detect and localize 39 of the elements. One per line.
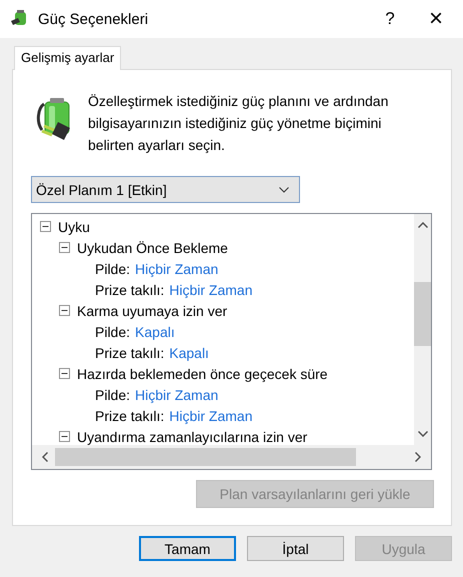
setting-label: Pilde:	[95, 260, 130, 276]
tree-item[interactable]: Uykudan Önce Bekleme	[77, 240, 228, 256]
setting-value-link[interactable]: Hiçbir Zaman	[169, 282, 252, 298]
collapse-icon[interactable]	[59, 368, 70, 379]
tree-item[interactable]: Uyku	[58, 218, 90, 234]
description-text: Özelleştirmek istediğiniz güç planını ve ardından bilgisayarınızın istediğiniz güç yönetme biçimini belirten ayarları seçin.	[88, 92, 390, 155]
scroll-up-icon[interactable]	[418, 222, 428, 228]
tree-item[interactable]: Karma uyumaya izin ver	[77, 302, 228, 318]
dialog-button[interactable]: Tamam	[139, 536, 236, 561]
vertical-scrollbar[interactable]	[414, 214, 431, 445]
tab[interactable]: Gelişmiş ayarlar	[14, 46, 122, 70]
setting-value-link[interactable]: Hiçbir Zaman	[135, 260, 218, 276]
setting-label: Prize takılı:	[95, 282, 164, 298]
close-button[interactable]: ×	[413, 5, 459, 33]
plan-dropdown[interactable]: Özel Planım 1 [Etkin]	[31, 176, 300, 203]
collapse-icon[interactable]	[59, 242, 70, 253]
setting-label: Pilde:	[95, 386, 130, 402]
scroll-thumb[interactable]	[414, 282, 431, 346]
setting-label: Prize takılı:	[95, 344, 164, 360]
chevron-down-icon	[279, 186, 289, 192]
scroll-down-icon[interactable]	[418, 431, 428, 437]
setting-label: Prize takılı:	[95, 408, 164, 424]
tree-item[interactable]: Uyandırma zamanlayıcılarına izin ver	[77, 428, 308, 444]
scroll-thumb[interactable]	[55, 448, 356, 466]
scroll-right-icon[interactable]	[415, 452, 421, 462]
help-button[interactable]: ?	[367, 9, 413, 29]
collapse-icon[interactable]	[59, 305, 70, 316]
setting-value-link[interactable]: Hiçbir Zaman	[169, 408, 252, 424]
window-title: Güç Seçenekleri	[38, 10, 150, 28]
scroll-left-icon[interactable]	[42, 452, 48, 462]
setting-value-link[interactable]: Hiçbir Zaman	[135, 386, 218, 402]
collapse-icon[interactable]	[40, 221, 51, 232]
collapse-icon[interactable]	[59, 431, 70, 442]
setting-value-link[interactable]: Kapalı	[169, 344, 209, 360]
setting-label: Pilde:	[95, 324, 130, 340]
setting-value-link[interactable]: Kapalı	[135, 324, 175, 340]
dialog-button[interactable]: İptal	[247, 536, 344, 561]
tree-item[interactable]: Hazırda beklemeden önce geçecek süre	[77, 366, 328, 382]
horizontal-scrollbar[interactable]	[32, 445, 431, 469]
